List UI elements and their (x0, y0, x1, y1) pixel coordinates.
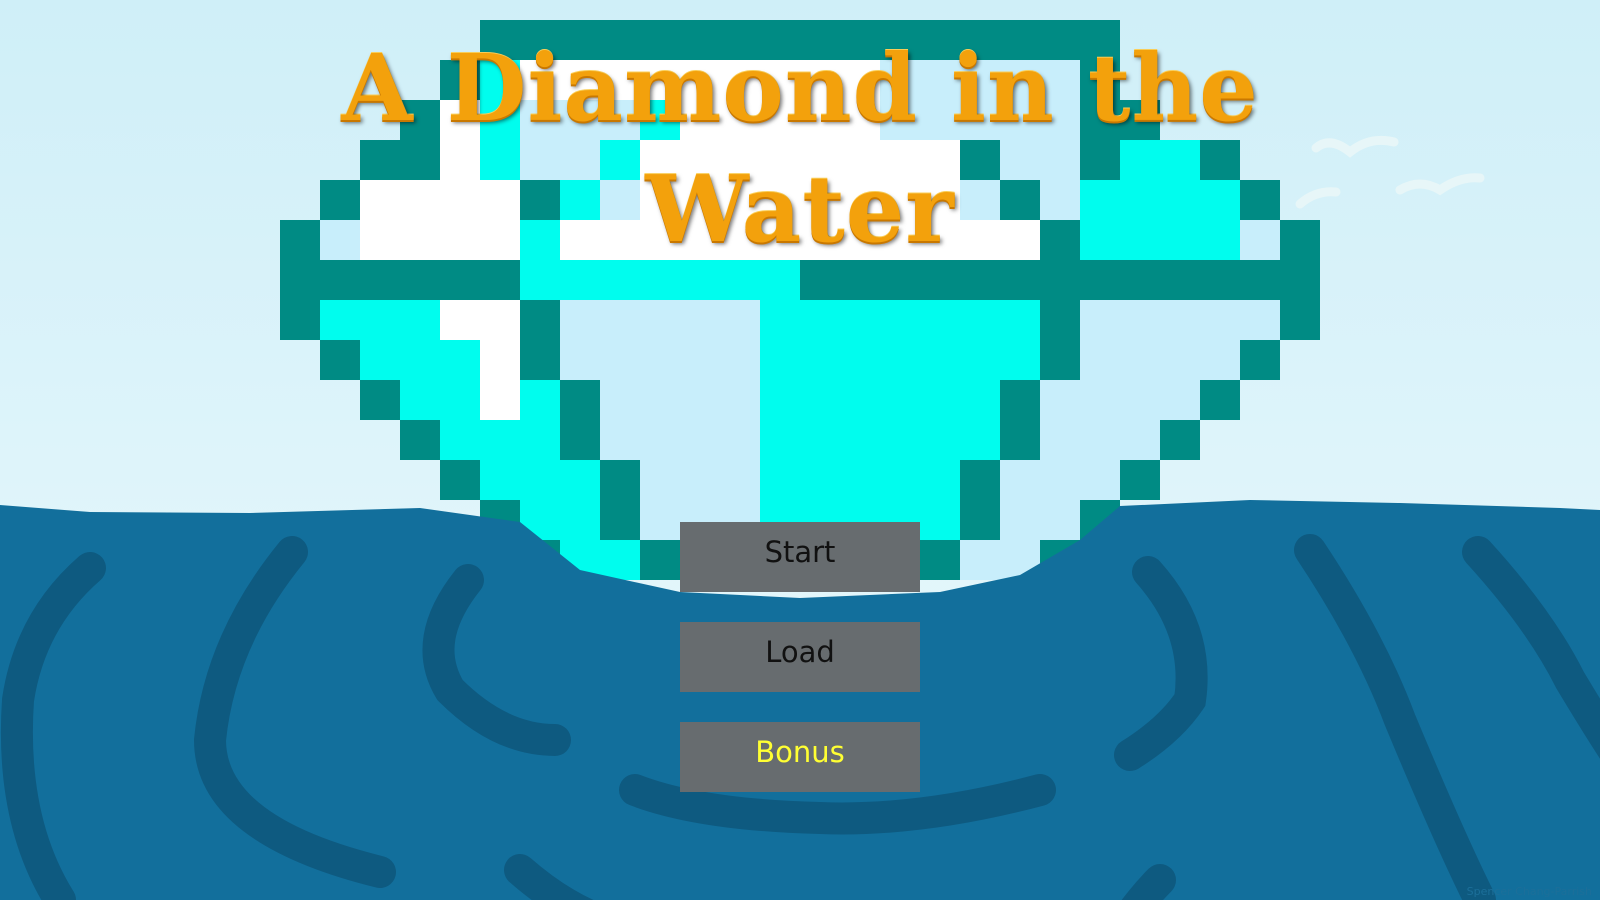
author-credit: Spencer Chang-Parrish (1466, 885, 1592, 898)
bonus-button[interactable]: Bonus (680, 722, 920, 792)
load-button[interactable]: Load (680, 622, 920, 692)
bonus-button-label: Bonus (755, 735, 845, 769)
start-button[interactable]: Start (680, 522, 920, 592)
load-button-label: Load (765, 635, 835, 669)
start-button-label: Start (764, 535, 836, 569)
